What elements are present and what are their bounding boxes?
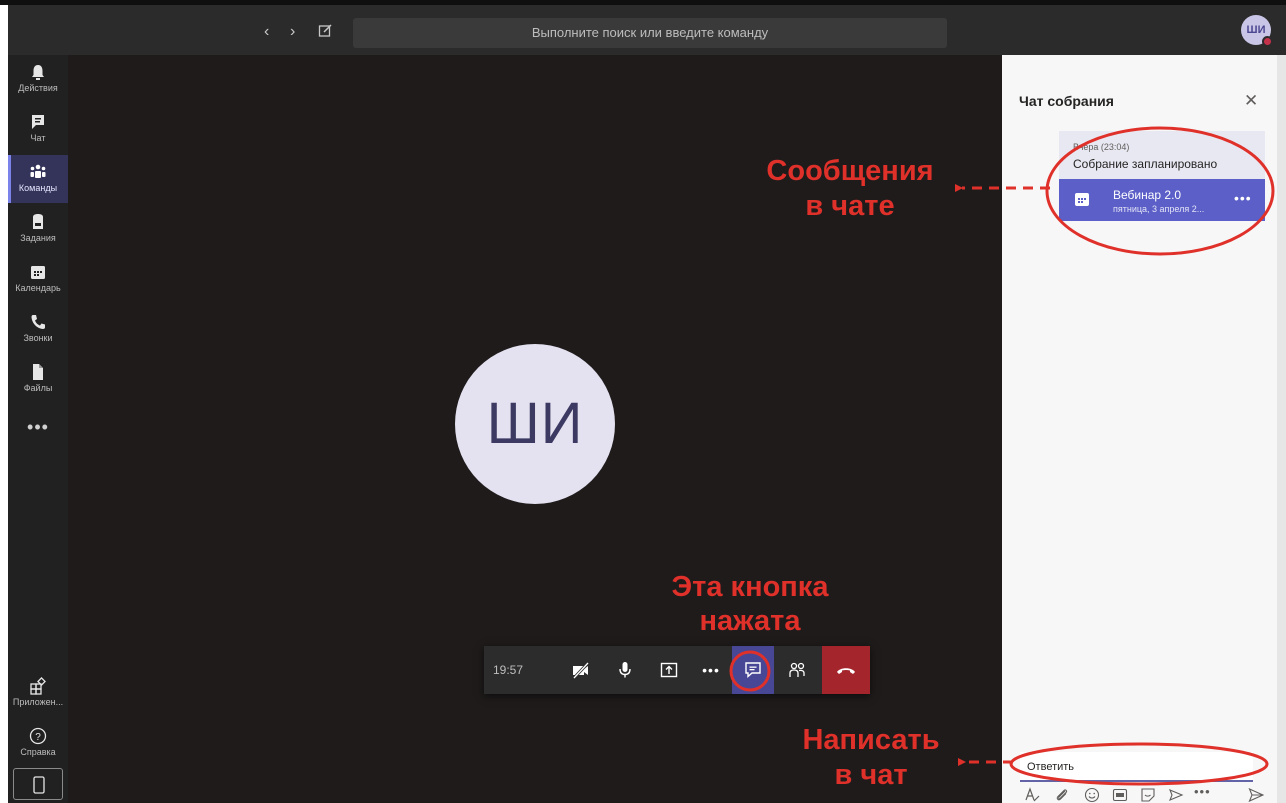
rail-item-label: Файлы: [23, 383, 53, 393]
active-marker: [8, 155, 11, 203]
panel-title: Чат собрания: [1019, 93, 1114, 109]
chat-message: Вчера (23:04) Собрание запланировано Веб…: [1059, 131, 1265, 221]
title-bar: ‹ › Выполните поиск или введите команду …: [8, 5, 1286, 55]
camera-off-icon: [572, 661, 590, 680]
rail-item-calls[interactable]: Звонки: [8, 305, 68, 353]
meeting-event-card[interactable]: Вебинар 2.0 пятница, 3 апреля 2... •••: [1059, 179, 1265, 221]
more-apps-button[interactable]: •••: [8, 417, 68, 438]
bell-icon: [32, 65, 44, 80]
rail-item-label: Календарь: [15, 283, 61, 293]
more-options-button[interactable]: •••: [1194, 784, 1211, 799]
reply-input[interactable]: Ответить: [1020, 752, 1253, 782]
share-screen-icon: [660, 662, 678, 678]
app-rail: Действия Чат Команды Задания Календарь З…: [8, 55, 68, 803]
praise-icon[interactable]: [1168, 787, 1184, 803]
sticker-icon[interactable]: [1140, 787, 1156, 803]
forward-arrow-icon[interactable]: ›: [290, 24, 295, 40]
assignments-icon: [33, 214, 43, 229]
rail-item-label: Команды: [18, 183, 58, 193]
event-date: пятница, 3 апреля 2...: [1113, 204, 1205, 214]
chat-icon: [32, 115, 44, 129]
hang-up-button[interactable]: [822, 646, 870, 694]
emoji-icon[interactable]: [1084, 787, 1100, 803]
rail-item-apps[interactable]: Приложен...: [8, 669, 68, 717]
send-icon[interactable]: [1248, 787, 1264, 803]
microphone-icon: [619, 662, 631, 678]
participants-icon: [789, 662, 805, 677]
microphone-button[interactable]: [604, 646, 646, 694]
rail-item-label: Звонки: [23, 333, 53, 343]
svg-text:?: ?: [35, 732, 41, 743]
rail-item-calendar[interactable]: Календарь: [8, 255, 68, 303]
participant-avatar: ШИ: [455, 344, 615, 504]
hang-up-icon: [837, 668, 855, 674]
device-button[interactable]: [13, 768, 63, 800]
compose-icon[interactable]: [318, 23, 333, 38]
teams-icon: [30, 164, 46, 178]
rail-item-help[interactable]: ? Справка: [8, 719, 68, 767]
rail-item-label: Справка: [20, 747, 56, 757]
format-icon[interactable]: [1024, 787, 1040, 803]
participants-button[interactable]: [776, 646, 818, 694]
calendar-icon: [31, 266, 45, 279]
phone-device-icon: [33, 776, 45, 794]
gif-icon[interactable]: [1112, 787, 1128, 803]
event-title: Вебинар 2.0: [1113, 188, 1182, 202]
rail-item-label: Чат: [30, 133, 46, 143]
call-controls-bar: 19:57 •••: [484, 646, 870, 694]
rail-item-files[interactable]: Файлы: [8, 355, 68, 403]
chat-icon: [745, 662, 761, 679]
rail-item-chat[interactable]: Чат: [8, 105, 68, 153]
meeting-stage: ШИ 19:57 •••: [68, 55, 1002, 803]
phone-icon: [31, 315, 45, 329]
message-text: Собрание запланировано: [1073, 157, 1218, 171]
compose-toolbar: •••: [1020, 784, 1270, 803]
message-timestamp: Вчера (23:04): [1073, 142, 1130, 152]
help-icon: ?: [29, 727, 47, 745]
apps-icon: [30, 677, 46, 695]
camera-toggle-button[interactable]: [560, 646, 602, 694]
call-timer: 19:57: [492, 663, 524, 677]
window-scrollbar[interactable]: [1277, 55, 1286, 803]
file-icon: [33, 364, 43, 380]
share-screen-button[interactable]: [648, 646, 690, 694]
close-icon[interactable]: ✕: [1244, 91, 1258, 111]
presence-status-badge: [1262, 36, 1273, 47]
event-more-button[interactable]: •••: [1234, 190, 1252, 206]
more-actions-button[interactable]: •••: [690, 646, 732, 694]
search-input[interactable]: Выполните поиск или введите команду: [353, 18, 947, 48]
chat-toggle-button[interactable]: [732, 646, 774, 694]
attach-icon[interactable]: [1054, 787, 1070, 803]
rail-item-label: Задания: [20, 233, 56, 243]
back-arrow-icon[interactable]: ‹: [264, 24, 269, 40]
rail-item-label: Приложен...: [12, 697, 64, 707]
rail-item-label: Действия: [18, 83, 58, 93]
rail-item-activity[interactable]: Действия: [8, 55, 68, 103]
rail-item-teams[interactable]: Команды: [8, 155, 68, 203]
rail-item-assignments[interactable]: Задания: [8, 205, 68, 253]
calendar-icon: [1075, 193, 1089, 206]
meeting-chat-panel: Чат собрания ✕ Вчера (23:04) Собрание за…: [1002, 55, 1277, 803]
